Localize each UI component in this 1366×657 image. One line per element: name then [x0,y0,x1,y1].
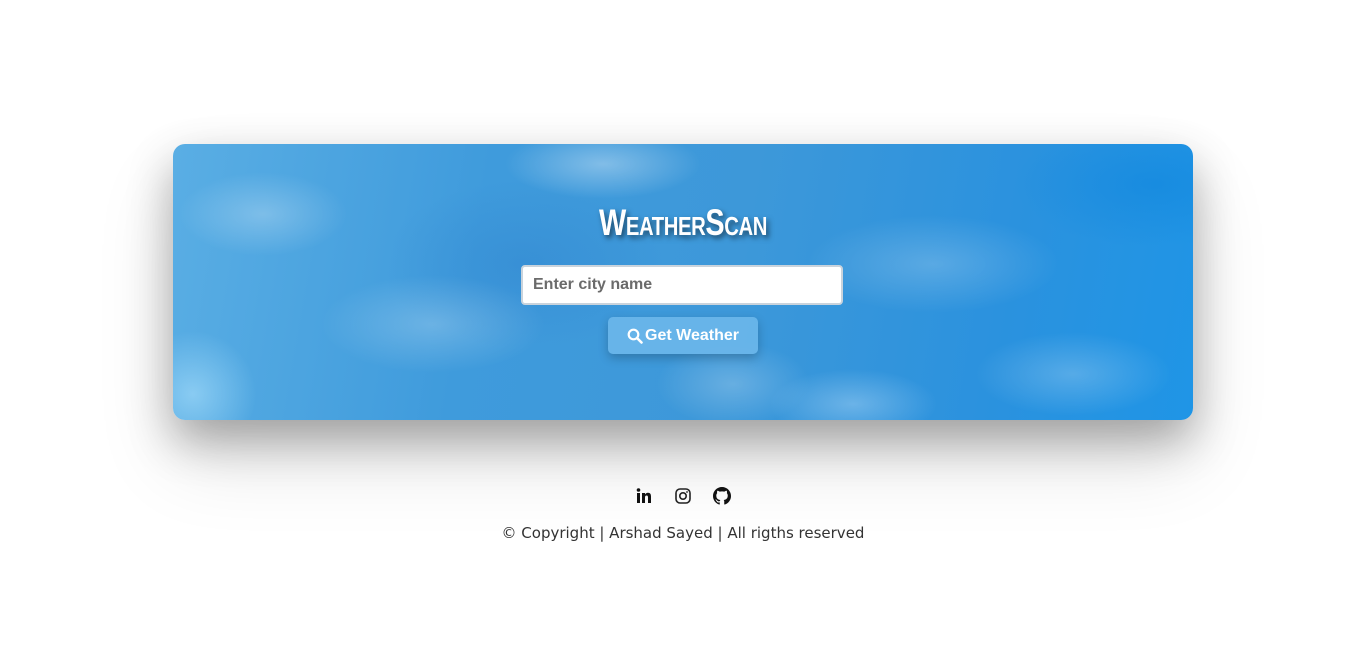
linkedin-link[interactable] [635,487,653,505]
page: WeatherScan Get Weather [0,0,1366,657]
get-weather-label: Get Weather [645,326,739,344]
instagram-link[interactable] [674,487,692,505]
search-icon [627,328,643,344]
social-links [0,487,1366,505]
github-link[interactable] [713,487,731,505]
city-search-input[interactable] [521,265,843,305]
instagram-icon [675,488,691,504]
copyright-text: © Copyright | Arshad Sayed | All rigths … [501,524,865,542]
weather-card: WeatherScan Get Weather [173,144,1193,420]
app-title: WeatherScan [598,202,768,243]
get-weather-button[interactable]: Get Weather [608,317,758,354]
github-icon [713,487,731,505]
linkedin-icon [636,488,651,503]
